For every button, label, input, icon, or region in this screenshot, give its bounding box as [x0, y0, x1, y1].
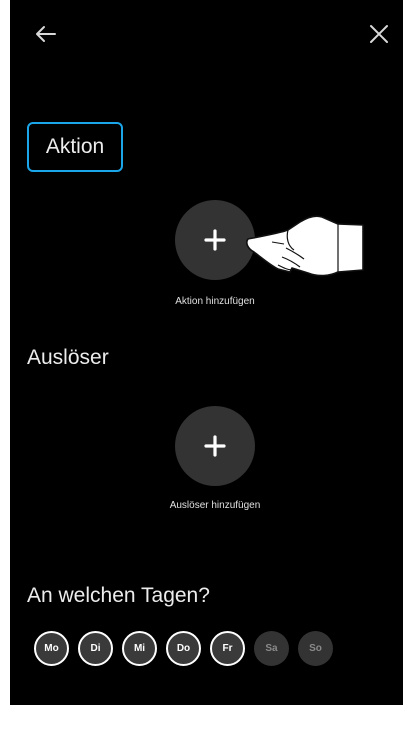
plus-icon	[204, 435, 226, 457]
add-trigger-label: Auslöser hinzufügen	[169, 500, 261, 511]
plus-icon	[204, 229, 226, 251]
day-toggle-fr[interactable]: Fr	[210, 631, 245, 666]
day-toggle-sa[interactable]: Sa	[254, 631, 289, 666]
days-section-title: An welchen Tagen?	[27, 584, 210, 607]
day-selector: Mo Di Mi Do Fr Sa So	[34, 631, 333, 666]
close-button[interactable]	[359, 14, 399, 54]
day-toggle-do[interactable]: Do	[166, 631, 201, 666]
back-button[interactable]	[26, 14, 66, 54]
day-toggle-mi[interactable]: Mi	[122, 631, 157, 666]
day-toggle-so[interactable]: So	[298, 631, 333, 666]
pointing-hand-icon	[246, 215, 364, 277]
add-trigger-button[interactable]	[175, 406, 255, 486]
day-toggle-di[interactable]: Di	[78, 631, 113, 666]
trigger-section-title: Auslöser	[27, 346, 109, 369]
arrow-left-icon	[36, 26, 56, 42]
action-section-title: Aktion	[45, 135, 105, 158]
app-screen: Aktion Aktion hinzufügen Auslöser Auslös…	[10, 0, 403, 705]
action-section-title-box: Aktion	[27, 122, 123, 172]
close-icon	[370, 25, 388, 43]
day-toggle-mo[interactable]: Mo	[34, 631, 69, 666]
add-action-label: Aktion hinzufügen	[175, 296, 255, 307]
